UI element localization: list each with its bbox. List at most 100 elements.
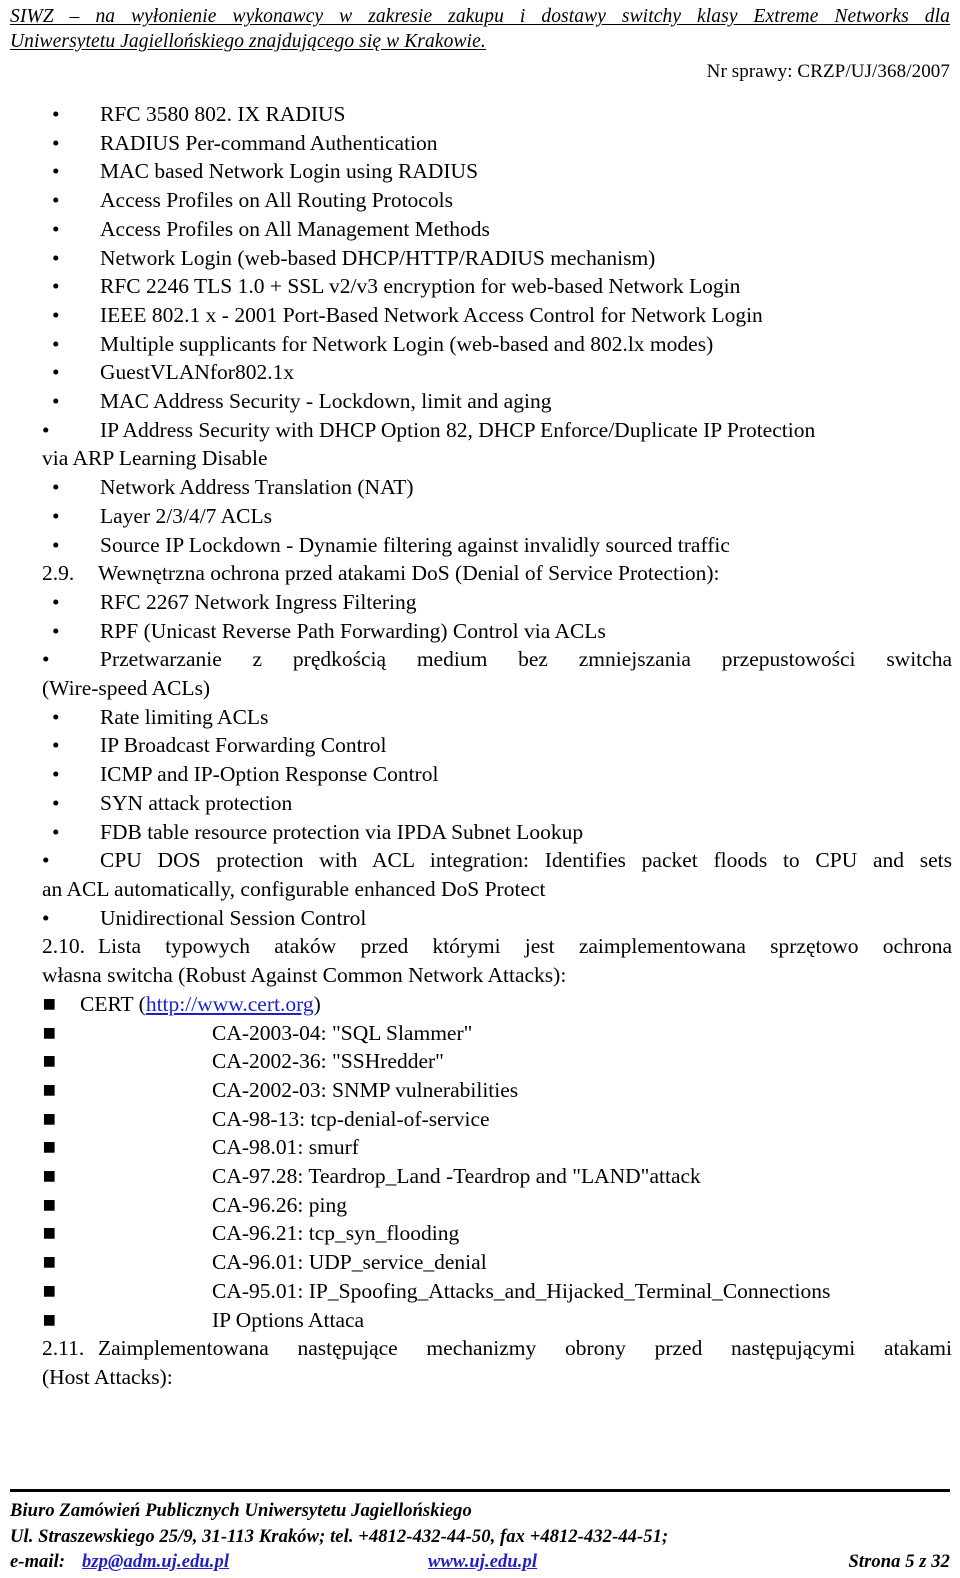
page-footer: Biuro Zamówień Publicznych Uniwersytetu … xyxy=(10,1489,950,1576)
cert-advisory-list: ▪ CA-2003-04: "SQL Slammer" ▪ CA-2002-36: "… xyxy=(42,1019,952,1335)
list-item: • Network Address Translation (NAT) xyxy=(42,473,952,502)
bullet-icon: • xyxy=(52,704,60,729)
bullet-icon: • xyxy=(52,532,60,557)
list-item-label: ICMP and IP-Option Response Control xyxy=(100,762,439,787)
bullet-icon: • xyxy=(42,417,50,442)
list-item-label: GuestVLANfor802.1x xyxy=(100,360,295,385)
section-2-10-continuation: własna switcha (Robust Against Common Ne… xyxy=(42,963,567,988)
square-bullet-icon: ▪ xyxy=(42,1277,57,1303)
header-title: SIWZ – na wyłonienie wykonawcy w zakresi… xyxy=(10,4,950,54)
square-bullet-icon: ▪ xyxy=(42,1220,57,1246)
list-item-continuation: an ACL automatically, configurable enhan… xyxy=(42,876,546,901)
dos-feature-list-b: • Rate limiting ACLs • IP Broadcast Forward… xyxy=(42,703,952,847)
list-item-label: CA-98.01: smurf xyxy=(212,1135,359,1160)
list-item: • CPU DOS protection with ACL integratio… xyxy=(42,846,952,875)
list-item-label: Network Login (web-based DHCP/HTTP/RADIU… xyxy=(100,245,656,270)
list-item-label: Source IP Lockdown - Dynamie filtering a… xyxy=(100,532,730,557)
list-item-label: CA-96.26: ping xyxy=(212,1192,347,1217)
bullet-icon: • xyxy=(52,102,60,126)
footer-email-link[interactable]: bzp@adm.uj.edu.pl xyxy=(82,1550,229,1576)
list-item-label: IP Broadcast Forwarding Control xyxy=(100,733,387,758)
list-item-label: Unidirectional Session Control xyxy=(100,905,367,930)
list-item: • RPF (Unicast Reverse Path Forwarding) C… xyxy=(42,617,952,646)
section-title: Lista typowych ataków przed którymi jest… xyxy=(98,934,952,959)
list-item-label: Rate limiting ACLs xyxy=(100,704,269,729)
list-item-label: SYN attack protection xyxy=(100,790,293,815)
list-item: • IP Broadcast Forwarding Control xyxy=(42,731,952,760)
list-item-label: CA-2003-04: "SQL Slammer" xyxy=(212,1020,473,1045)
list-item: • Source IP Lockdown - Dynamie filtering … xyxy=(42,531,952,560)
list-item: • IEEE 802.1 x - 2001 Port-Based Network … xyxy=(42,301,952,330)
square-bullet-icon: ▪ xyxy=(42,1105,57,1131)
list-item: ▪ CA-2002-03: SNMP vulnerabilities xyxy=(42,1076,952,1105)
header-title-line2: Uniwersytetu Jagiellońskiego znajdująceg… xyxy=(10,31,486,52)
list-item: • ICMP and IP-Option Response Control xyxy=(42,760,952,789)
list-item-label: MAC based Network Login using RADIUS xyxy=(100,159,479,184)
bullet-icon: • xyxy=(52,819,60,844)
footer-address: Ul. Straszewskiego 25/9, 31-113 Kraków; … xyxy=(10,1526,669,1547)
list-item-label: RPF (Unicast Reverse Path Forwarding) Co… xyxy=(100,618,606,643)
list-item: • SYN attack protection xyxy=(42,789,952,818)
list-item-label: CA-98-13: tcp-denial-of-service xyxy=(212,1106,490,1131)
section-2-9: 2.9. Wewnętrzna ochrona przed atakami Do… xyxy=(42,559,952,588)
bullet-icon: • xyxy=(52,589,60,614)
cert-line: CERT (http://www.cert.org) xyxy=(42,990,952,1019)
list-item: • Przetwarzanie z prędkością medium bez … xyxy=(42,645,952,674)
bullet-icon: • xyxy=(52,733,60,758)
bullet-icon: • xyxy=(52,475,60,500)
list-item: ▪ CA-98.01: smurf xyxy=(42,1133,952,1162)
list-item-label: RFC 2267 Network Ingress Filtering xyxy=(100,589,417,614)
footer-page-number: Strona 5 z 32 xyxy=(848,1552,950,1572)
list-item: • Network Login (web-based DHCP/HTTP/RADI… xyxy=(42,244,952,273)
document-body: • RFC 3580 802. IX RADIUS • RADIUS Per-comm… xyxy=(42,100,952,1392)
page-header: SIWZ – na wyłonienie wykonawcy w zakresi… xyxy=(10,4,950,84)
list-item-label: RFC 2246 TLS 1.0 + SSL v2/v3 encryption … xyxy=(100,274,741,299)
bullet-icon: • xyxy=(52,503,60,528)
list-item: ▪ CA-98-13: tcp-denial-of-service xyxy=(42,1105,952,1134)
list-item-label: Access Profiles on All Management Method… xyxy=(100,216,490,241)
section-number: 2.9. xyxy=(42,561,75,586)
section-number: 2.11. xyxy=(42,1336,85,1361)
footer-website-link[interactable]: www.uj.edu.pl xyxy=(428,1550,537,1576)
square-bullet-icon: ▪ xyxy=(42,1048,57,1074)
security-feature-list: • RFC 3580 802. IX RADIUS • RADIUS Per-comm… xyxy=(42,100,952,416)
bullet-icon: • xyxy=(52,245,60,270)
bullet-icon: • xyxy=(52,130,60,155)
list-item: • RFC 3580 802. IX RADIUS xyxy=(42,100,952,129)
list-item: • Access Profiles on All Routing Protocol… xyxy=(42,186,952,215)
list-item: ▪ CA-96.26: ping xyxy=(42,1191,952,1220)
list-item: • Unidirectional Session Control xyxy=(42,904,952,933)
bullet-icon: • xyxy=(52,331,60,356)
cert-link[interactable]: http://www.cert.org xyxy=(146,992,314,1016)
list-item-label: Access Profiles on All Routing Protocols xyxy=(100,188,453,213)
bullet-icon: • xyxy=(42,905,50,930)
bullet-icon: • xyxy=(52,389,60,414)
security-feature-list-tail: • Network Address Translation (NAT) • Layer… xyxy=(42,473,952,559)
square-bullet-icon: ▪ xyxy=(42,1134,57,1160)
list-item-continuation: (Wire-speed ACLs) xyxy=(42,676,211,701)
list-item-label: IP Options Attaca xyxy=(212,1307,365,1332)
square-bullet-icon: ▪ xyxy=(42,1076,57,1102)
section-2-11-continuation: (Host Attacks): xyxy=(42,1364,173,1389)
list-item: ▪ CA-97.28: Teardrop_Land -Teardrop and "… xyxy=(42,1162,952,1191)
list-item-cert: ▪ CERT (http://www.cert.org) xyxy=(42,990,952,1019)
square-bullet-icon: ▪ xyxy=(42,990,57,1016)
footer-contact-row: e-mail: bzp@adm.uj.edu.pl www.uj.edu.pl … xyxy=(10,1550,950,1576)
list-item-label: Multiple supplicants for Network Login (… xyxy=(100,331,714,356)
list-item-label: CA-96.21: tcp_syn_flooding xyxy=(212,1221,460,1246)
list-item-label: IEEE 802.1 x - 2001 Port-Based Network A… xyxy=(100,302,763,327)
list-item-continuation: via ARP Learning Disable xyxy=(42,446,268,471)
bullet-icon: • xyxy=(52,159,60,184)
list-item: ▪ IP Options Attaca xyxy=(42,1306,952,1335)
list-item: • Layer 2/3/4/7 ACLs xyxy=(42,502,952,531)
footer-email-label: e-mail: xyxy=(10,1552,66,1572)
document-page: SIWZ – na wyłonienie wykonawcy w zakresi… xyxy=(0,0,960,1578)
cert-label-end: ) xyxy=(313,991,321,1016)
list-item: ▪ CA-2003-04: "SQL Slammer" xyxy=(42,1019,952,1048)
bullet-icon: • xyxy=(52,360,60,385)
dos-feature-list-a: • RFC 2267 Network Ingress Filtering • RPF … xyxy=(42,588,952,645)
list-item-label: CA-97.28: Teardrop_Land -Teardrop and "L… xyxy=(212,1164,701,1189)
bullet-icon: • xyxy=(42,848,50,873)
list-item-label: RADIUS Per-command Authentication xyxy=(100,130,438,155)
section-title: Wewnętrzna ochrona przed atakami DoS (De… xyxy=(98,561,720,586)
